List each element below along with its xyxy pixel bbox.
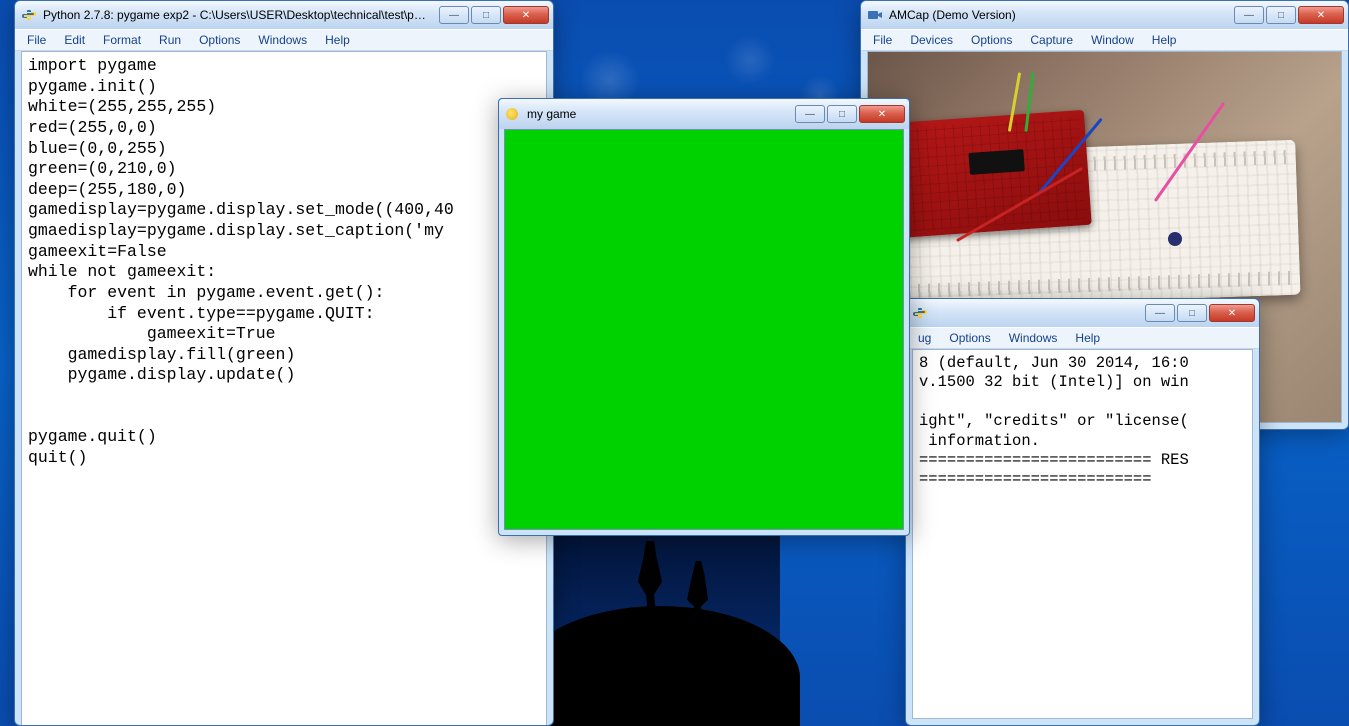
minimize-icon: —	[1155, 308, 1165, 319]
maximize-button[interactable]: □	[1177, 304, 1207, 322]
amcap-title: AMCap (Demo Version)	[889, 8, 1226, 22]
python-shell-client[interactable]: 8 (default, Jun 30 2014, 16:0 v.1500 32 …	[912, 349, 1253, 719]
idle-editor-code[interactable]: import pygame pygame.init() white=(255,2…	[22, 52, 546, 473]
pygame-surface[interactable]	[504, 129, 904, 530]
menu-options[interactable]: Options	[963, 31, 1020, 49]
component	[1168, 232, 1182, 246]
menu-options[interactable]: Options	[191, 31, 248, 49]
maximize-button[interactable]: □	[827, 105, 857, 123]
python-shell-titlebar[interactable]: — □ ✕	[906, 299, 1259, 327]
idle-editor-title: Python 2.7.8: pygame exp2 - C:\Users\USE…	[43, 8, 431, 22]
menu-format[interactable]: Format	[95, 31, 149, 49]
amcap-menubar: File Devices Options Capture Window Help	[861, 29, 1348, 51]
minimize-button[interactable]: —	[1145, 304, 1175, 322]
close-icon: ✕	[522, 10, 530, 21]
menu-capture[interactable]: Capture	[1022, 31, 1081, 49]
maximize-icon: □	[483, 10, 489, 21]
minimize-icon: —	[1244, 10, 1254, 21]
maximize-button[interactable]: □	[1266, 6, 1296, 24]
menu-windows[interactable]: Windows	[1001, 329, 1066, 347]
pygame-titlebar[interactable]: my game — □ ✕	[499, 99, 909, 129]
minimize-icon: —	[805, 109, 815, 120]
menu-options[interactable]: Options	[941, 329, 998, 347]
idle-editor-client[interactable]: import pygame pygame.init() white=(255,2…	[21, 51, 547, 725]
minimize-button[interactable]: —	[795, 105, 825, 123]
menu-file[interactable]: File	[19, 31, 54, 49]
close-button[interactable]: ✕	[1209, 304, 1255, 322]
idle-editor-titlebar[interactable]: Python 2.7.8: pygame exp2 - C:\Users\USE…	[15, 1, 553, 29]
close-button[interactable]: ✕	[503, 6, 549, 24]
menu-window[interactable]: Window	[1083, 31, 1142, 49]
python-icon	[912, 305, 928, 321]
maximize-icon: □	[839, 109, 845, 120]
amcap-icon	[867, 7, 883, 23]
maximize-icon: □	[1278, 10, 1284, 21]
menu-help[interactable]: Help	[1144, 31, 1185, 49]
pygame-title: my game	[527, 107, 787, 121]
python-shell-window: — □ ✕ ug Options Windows Help 8 (default…	[905, 298, 1260, 726]
maximize-icon: □	[1189, 308, 1195, 319]
menu-windows[interactable]: Windows	[250, 31, 315, 49]
menu-help[interactable]: Help	[1067, 329, 1108, 347]
menu-devices[interactable]: Devices	[902, 31, 961, 49]
close-icon: ✕	[878, 109, 886, 120]
minimize-icon: —	[449, 10, 459, 21]
pygame-window: my game — □ ✕	[498, 98, 910, 536]
idle-editor-window: Python 2.7.8: pygame exp2 - C:\Users\USE…	[14, 0, 554, 726]
python-shell-menubar: ug Options Windows Help	[906, 327, 1259, 349]
minimize-button[interactable]: —	[439, 6, 469, 24]
menu-run[interactable]: Run	[151, 31, 189, 49]
python-shell-output[interactable]: 8 (default, Jun 30 2014, 16:0 v.1500 32 …	[913, 350, 1252, 494]
close-icon: ✕	[1317, 10, 1325, 21]
close-button[interactable]: ✕	[1298, 6, 1344, 24]
pygame-icon	[505, 106, 521, 122]
menu-file[interactable]: File	[865, 31, 900, 49]
python-icon	[21, 7, 37, 23]
maximize-button[interactable]: □	[471, 6, 501, 24]
minimize-button[interactable]: —	[1234, 6, 1264, 24]
amcap-titlebar[interactable]: AMCap (Demo Version) — □ ✕	[861, 1, 1348, 29]
menu-edit[interactable]: Edit	[56, 31, 93, 49]
close-icon: ✕	[1228, 308, 1236, 319]
close-button[interactable]: ✕	[859, 105, 905, 123]
desktop-wallpaper-art	[540, 520, 780, 726]
menu-debug-partial[interactable]: ug	[910, 329, 939, 347]
idle-editor-menubar: File Edit Format Run Options Windows Hel…	[15, 29, 553, 51]
menu-help[interactable]: Help	[317, 31, 358, 49]
